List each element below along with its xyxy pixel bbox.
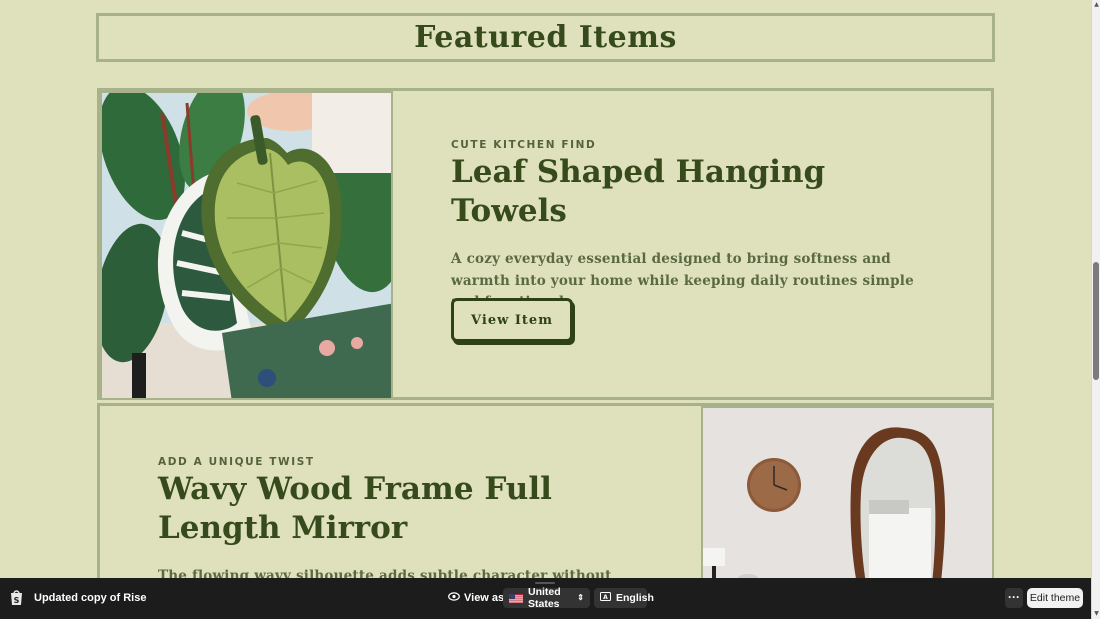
featured-heading-box: Featured Items: [96, 13, 995, 62]
country-selector[interactable]: United States ⇕: [503, 586, 590, 610]
product-image-wavy-mirror[interactable]: [701, 406, 994, 578]
bar-drag-handle[interactable]: [535, 582, 555, 584]
svg-text:S: S: [14, 596, 20, 605]
view-item-button[interactable]: View Item: [451, 298, 573, 342]
country-label: United States: [528, 586, 561, 610]
item-eyebrow: ADD A UNIQUE TWIST: [158, 456, 315, 468]
featured-heading: Featured Items: [414, 20, 677, 55]
item-description: The flowing wavy silhouette adds subtle …: [158, 568, 612, 578]
featured-item-card: ADD A UNIQUE TWIST Wavy Wood Frame Full …: [97, 403, 994, 578]
svg-text:A: A: [603, 594, 608, 601]
item-eyebrow: CUTE KITCHEN FIND: [451, 139, 597, 151]
more-icon: ···: [1008, 590, 1020, 604]
store-name: Updated copy of Rise: [34, 592, 147, 604]
storefront-preview: Featured Items CUTE KITCHEN FIND Leaf Sh…: [0, 0, 1091, 578]
language-label: English: [616, 592, 654, 604]
us-flag-icon: [509, 593, 523, 603]
item-text-block: CUTE KITCHEN FIND Leaf Shaped Hanging To…: [451, 139, 931, 314]
view-as-label: View as: [448, 592, 504, 604]
item-title[interactable]: Leaf Shaped Hanging Towels: [451, 153, 931, 231]
language-icon: A: [600, 592, 611, 604]
page-scrollbar[interactable]: ▲ ▼: [1091, 0, 1100, 619]
language-selector[interactable]: A English: [594, 588, 654, 608]
item-text-block: ADD A UNIQUE TWIST Wavy Wood Frame Full …: [158, 456, 628, 578]
product-image-leaf-towels[interactable]: [100, 91, 393, 400]
scroll-up-arrow-icon[interactable]: ▲: [1092, 0, 1100, 9]
edit-theme-button[interactable]: Edit theme: [1027, 588, 1083, 608]
scroll-down-arrow-icon[interactable]: ▼: [1092, 609, 1100, 618]
eye-icon: [448, 592, 460, 604]
item-title[interactable]: Wavy Wood Frame Full Length Mirror: [158, 470, 628, 548]
featured-item-card: CUTE KITCHEN FIND Leaf Shaped Hanging To…: [97, 88, 994, 400]
more-options-button[interactable]: ···: [1005, 588, 1023, 608]
up-down-chevron-icon: ⇕: [577, 593, 584, 602]
shopify-bag-icon: S: [9, 589, 24, 606]
scrollbar-thumb[interactable]: [1093, 262, 1099, 380]
theme-preview-bar: S Updated copy of Rise View as United St…: [0, 578, 1091, 619]
